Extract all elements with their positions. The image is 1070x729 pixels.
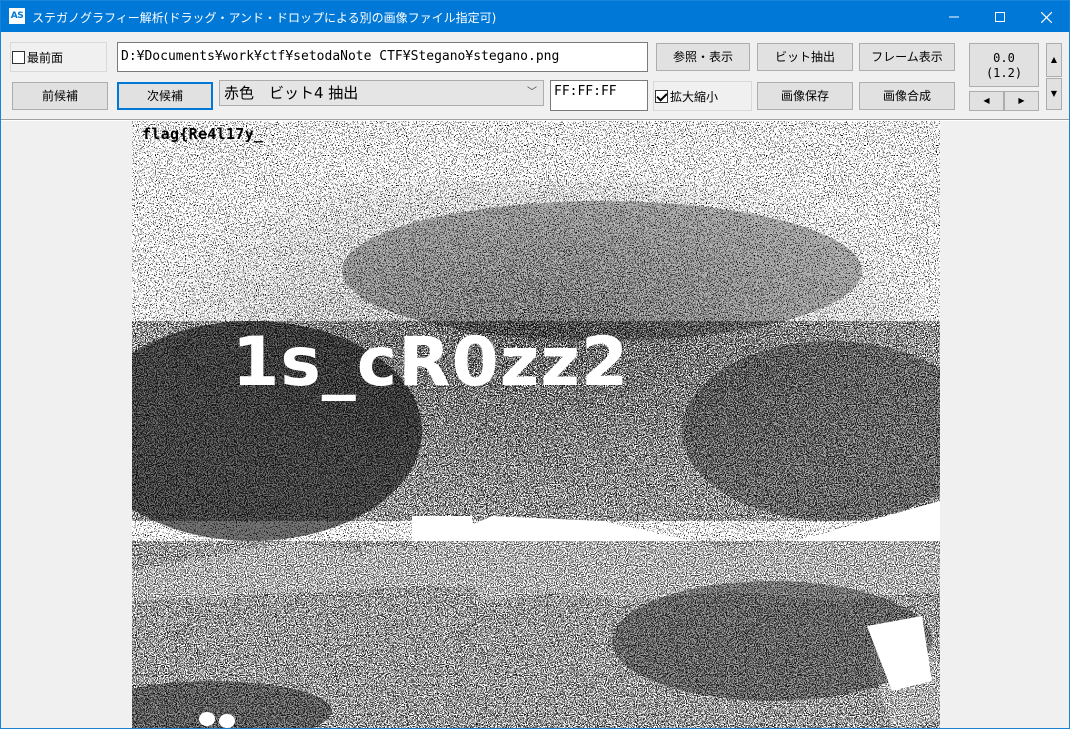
- spin-left-button[interactable]: ◀: [969, 91, 1004, 111]
- counter-value: 0.0: [993, 51, 1015, 65]
- zoom-checkbox[interactable]: 拡大縮小: [655, 82, 718, 110]
- triangle-left-icon: ◀: [983, 96, 990, 105]
- browse-display-button[interactable]: 参照・表示: [656, 43, 750, 71]
- frame-display-button[interactable]: フレーム表示: [859, 43, 955, 71]
- app-window: AS ステガノグラフィー解析(ドラッグ・アンド・ドロップによる別の画像ファイル指…: [0, 0, 1070, 729]
- zoom-checkbox-box[interactable]: [655, 89, 668, 103]
- spin-right-button[interactable]: ▶: [1004, 91, 1039, 111]
- overlay-text: 1s_cR0zz2: [232, 323, 630, 402]
- extract-mode-select[interactable]: 赤色 ビット4 抽出 ﹀: [219, 80, 544, 106]
- color-value-input[interactable]: FF:FF:FF: [550, 80, 648, 111]
- maximize-icon: [995, 11, 1005, 22]
- extracted-image: flag{Re4l17y_ 1s_cR0zz2: [132, 121, 940, 728]
- zoom-label: 拡大縮小: [670, 89, 719, 104]
- frame-counter: 0.0 (1.2): [969, 43, 1039, 87]
- minimize-icon: [949, 16, 959, 17]
- flag-text: flag{Re4l17y_: [142, 125, 264, 143]
- counter-subvalue: (1.2): [985, 66, 1023, 80]
- triangle-down-icon: ▼: [1050, 89, 1058, 98]
- app-icon[interactable]: AS: [9, 8, 25, 24]
- minimize-button[interactable]: [931, 1, 977, 32]
- noise-bitplane: [132, 121, 940, 728]
- close-icon: [1040, 12, 1052, 23]
- chevron-down-icon: ﹀: [527, 87, 537, 98]
- next-candidate-button[interactable]: 次候補: [117, 82, 213, 110]
- title-bar[interactable]: AS ステガノグラフィー解析(ドラッグ・アンド・ドロップによる別の画像ファイル指…: [1, 1, 1069, 32]
- file-path-input[interactable]: D:¥Documents¥work¥ctf¥setodaNote CTF¥Ste…: [117, 42, 648, 72]
- save-image-button[interactable]: 画像保存: [757, 82, 853, 110]
- spin-down-button[interactable]: ▼: [1046, 78, 1062, 110]
- close-button[interactable]: [1023, 1, 1069, 32]
- spin-up-button[interactable]: ▲: [1046, 43, 1062, 77]
- topmost-label: 最前面: [27, 50, 64, 65]
- bit-extract-button[interactable]: ビット抽出: [757, 43, 853, 71]
- prev-candidate-button[interactable]: 前候補: [12, 82, 108, 110]
- extract-mode-value: 赤色 ビット4 抽出: [224, 84, 359, 102]
- image-viewport[interactable]: flag{Re4l17y_ 1s_cR0zz2: [2, 121, 1069, 728]
- topmost-checkbox-box[interactable]: [12, 50, 25, 64]
- topmost-checkbox[interactable]: 最前面: [12, 43, 63, 71]
- maximize-button[interactable]: [977, 1, 1023, 32]
- compose-image-button[interactable]: 画像合成: [859, 82, 955, 110]
- triangle-right-icon: ▶: [1018, 96, 1025, 105]
- window-title: ステガノグラフィー解析(ドラッグ・アンド・ドロップによる別の画像ファイル指定可): [32, 11, 497, 25]
- triangle-up-icon: ▲: [1050, 55, 1058, 64]
